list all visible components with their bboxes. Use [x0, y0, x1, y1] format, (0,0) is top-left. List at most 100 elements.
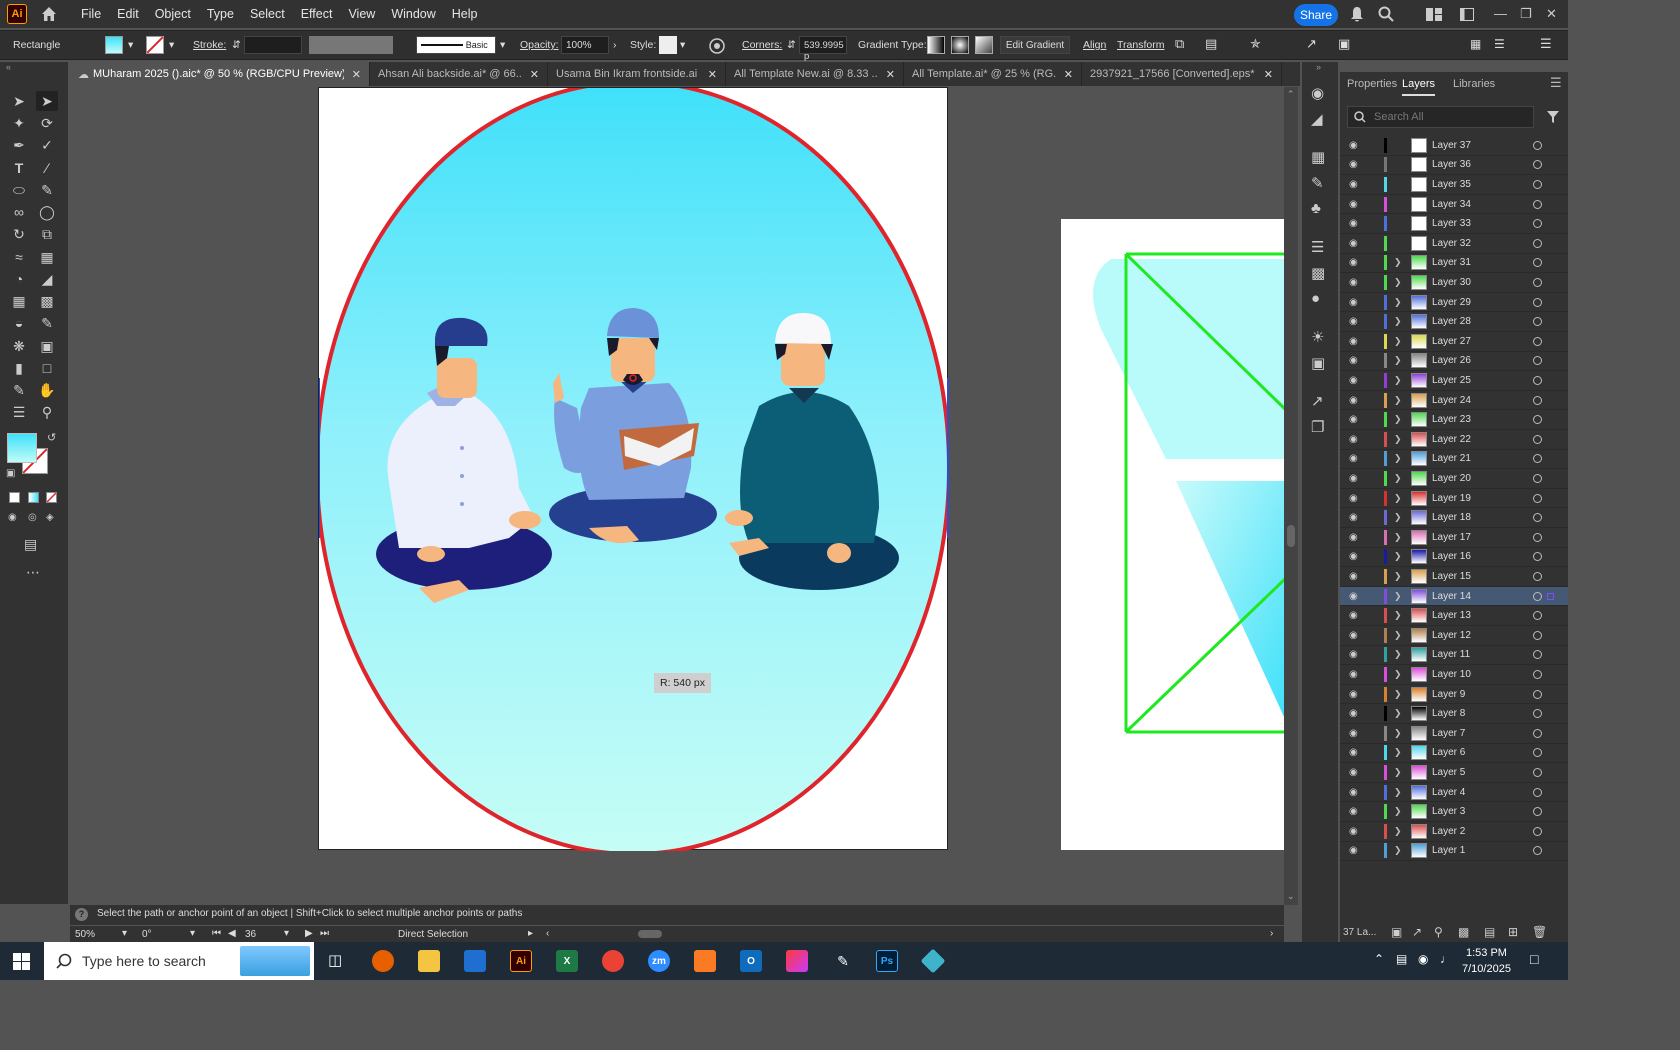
menu-type[interactable]: Type: [199, 7, 242, 21]
live-paint-icon[interactable]: ▣: [36, 336, 58, 356]
layer-name[interactable]: Layer 28: [1432, 316, 1471, 327]
home-icon[interactable]: [39, 4, 59, 24]
target-icon[interactable]: [1533, 454, 1542, 464]
chevron-right-icon[interactable]: ❯: [1394, 610, 1402, 621]
paintbrush-icon[interactable]: ✎: [36, 180, 58, 200]
edit-gradient-button[interactable]: Edit Gradient: [1000, 36, 1070, 54]
scale-tool-icon[interactable]: ⧉: [36, 224, 58, 244]
layer-name[interactable]: Layer 2: [1432, 826, 1465, 837]
eye-icon[interactable]: ◉: [1349, 767, 1358, 778]
transform-button[interactable]: Transform: [1117, 39, 1164, 51]
xampp-icon[interactable]: [694, 950, 716, 972]
layer-row[interactable]: ◉ ❯ Layer 19: [1340, 489, 1568, 509]
creative-cloud-icon[interactable]: [786, 950, 808, 972]
eye-icon[interactable]: ◉: [1349, 747, 1358, 758]
scroll-up-icon[interactable]: ⌃: [1287, 89, 1295, 100]
perspective-grid-icon[interactable]: ◢: [36, 269, 58, 289]
gradient-mode-icon[interactable]: [28, 492, 39, 503]
layer-row[interactable]: ◉ ❯ Layer 21: [1340, 450, 1568, 470]
image-trace-icon[interactable]: ▣: [1338, 36, 1350, 52]
close-tab-icon[interactable]: ✕: [708, 68, 717, 81]
transparency-icon[interactable]: ●: [1311, 290, 1320, 307]
swatches-icon[interactable]: ▦: [1311, 148, 1325, 166]
search-icon[interactable]: [1378, 6, 1394, 22]
menu-object[interactable]: Object: [147, 7, 199, 21]
target-icon[interactable]: [1533, 826, 1542, 836]
layer-name[interactable]: Layer 30: [1432, 277, 1471, 288]
layer-name[interactable]: Layer 3: [1432, 806, 1465, 817]
chevron-up-icon[interactable]: ⌃: [1374, 952, 1384, 966]
target-icon[interactable]: [1533, 591, 1542, 601]
first-artboard-icon[interactable]: ⏮: [212, 928, 221, 939]
shaper-tool-icon[interactable]: ∞: [8, 202, 30, 222]
chevron-down-icon[interactable]: ▾: [500, 39, 505, 51]
firefox-icon[interactable]: [372, 950, 394, 972]
export-icon[interactable]: ↗: [1306, 36, 1317, 52]
vertical-scrollbar[interactable]: ⌃ ⌄: [1284, 87, 1298, 905]
layer-row[interactable]: ◉ ❯ Layer 9: [1340, 685, 1568, 705]
layers-search-input[interactable]: Search All: [1347, 106, 1534, 128]
layer-row[interactable]: ◉ ❯ Layer 10: [1340, 665, 1568, 685]
chevron-down-icon[interactable]: ▾: [284, 928, 289, 939]
line-tool-icon[interactable]: ∕: [36, 158, 58, 178]
draw-normal-icon[interactable]: ◉: [8, 512, 17, 523]
target-icon[interactable]: [1533, 611, 1542, 621]
target-icon[interactable]: [1533, 415, 1542, 425]
column-graph-icon[interactable]: ▮: [8, 358, 30, 378]
target-icon[interactable]: [1533, 395, 1542, 405]
chevron-right-icon[interactable]: ▸: [528, 928, 533, 939]
layer-name[interactable]: Layer 10: [1432, 669, 1471, 680]
eye-icon[interactable]: ◉: [1349, 434, 1358, 445]
chevron-right-icon[interactable]: ❯: [1394, 375, 1402, 386]
chevron-right-icon[interactable]: ❯: [1394, 395, 1402, 406]
eye-icon[interactable]: ◉: [1349, 571, 1358, 582]
file-explorer-icon[interactable]: [418, 950, 440, 972]
fill-swatch[interactable]: [105, 36, 123, 54]
menu-view[interactable]: View: [340, 7, 383, 21]
eyedropper-icon[interactable]: ✎: [36, 313, 58, 333]
menu-select[interactable]: Select: [242, 7, 293, 21]
restore-icon[interactable]: ❐: [1520, 6, 1532, 22]
target-icon[interactable]: [1533, 650, 1542, 660]
chevron-right-icon[interactable]: ❯: [1394, 747, 1402, 758]
layer-row[interactable]: ◉ ❯ Layer 11: [1340, 646, 1568, 666]
layer-row[interactable]: ◉ ❯ Layer 3: [1340, 802, 1568, 822]
layer-row[interactable]: ◉ Layer 34: [1340, 195, 1568, 215]
layer-row[interactable]: ◉ ❯ Layer 22: [1340, 430, 1568, 450]
chevron-right-icon[interactable]: ❯: [1394, 355, 1402, 366]
eye-icon[interactable]: ◉: [1349, 218, 1358, 229]
symbol-sprayer-icon[interactable]: ❋: [8, 336, 30, 356]
zoom-app-icon[interactable]: zm: [648, 950, 670, 972]
tab-document-2[interactable]: Ahsan Ali backside.ai* @ 66.... ✕: [370, 62, 548, 86]
target-icon[interactable]: [1533, 630, 1542, 640]
lasso-icon[interactable]: ⟳: [36, 113, 58, 133]
layer-name[interactable]: Layer 11: [1432, 649, 1470, 660]
share-button[interactable]: Share: [1294, 4, 1338, 26]
layer-row[interactable]: ◉ Layer 32: [1340, 234, 1568, 254]
free-transform-icon[interactable]: ▦: [36, 247, 58, 267]
layer-name[interactable]: Layer 29: [1432, 297, 1471, 308]
layer-name[interactable]: Layer 19: [1432, 493, 1471, 504]
tab-libraries[interactable]: Libraries: [1453, 78, 1495, 90]
layer-name[interactable]: Layer 5: [1432, 767, 1465, 778]
graphic-style-swatch[interactable]: [659, 36, 677, 54]
color-mode-icon[interactable]: [9, 492, 20, 503]
freeform-gradient-button[interactable]: [975, 36, 993, 54]
stepper-icon[interactable]: ⇵: [787, 39, 796, 51]
layer-row[interactable]: ◉ ❯ Layer 7: [1340, 724, 1568, 744]
target-icon[interactable]: [1533, 375, 1542, 385]
layer-name[interactable]: Layer 36: [1432, 159, 1471, 170]
target-icon[interactable]: [1533, 728, 1542, 738]
bell-icon[interactable]: [1350, 6, 1364, 22]
gradient-tool-icon[interactable]: ▩: [36, 291, 58, 311]
target-icon[interactable]: [1533, 277, 1542, 287]
layer-row[interactable]: ◉ ❯ Layer 12: [1340, 626, 1568, 646]
chevron-right-icon[interactable]: ❯: [1394, 591, 1402, 602]
symbols-icon[interactable]: ♣: [1311, 200, 1321, 217]
layer-name[interactable]: Layer 4: [1432, 787, 1465, 798]
layer-name[interactable]: Layer 12: [1432, 630, 1471, 641]
wifi-icon[interactable]: ◉: [1418, 952, 1428, 966]
eye-icon[interactable]: ◉: [1349, 493, 1358, 504]
filter-icon[interactable]: [1546, 110, 1560, 124]
color-guide-icon[interactable]: ◢: [1311, 110, 1323, 128]
